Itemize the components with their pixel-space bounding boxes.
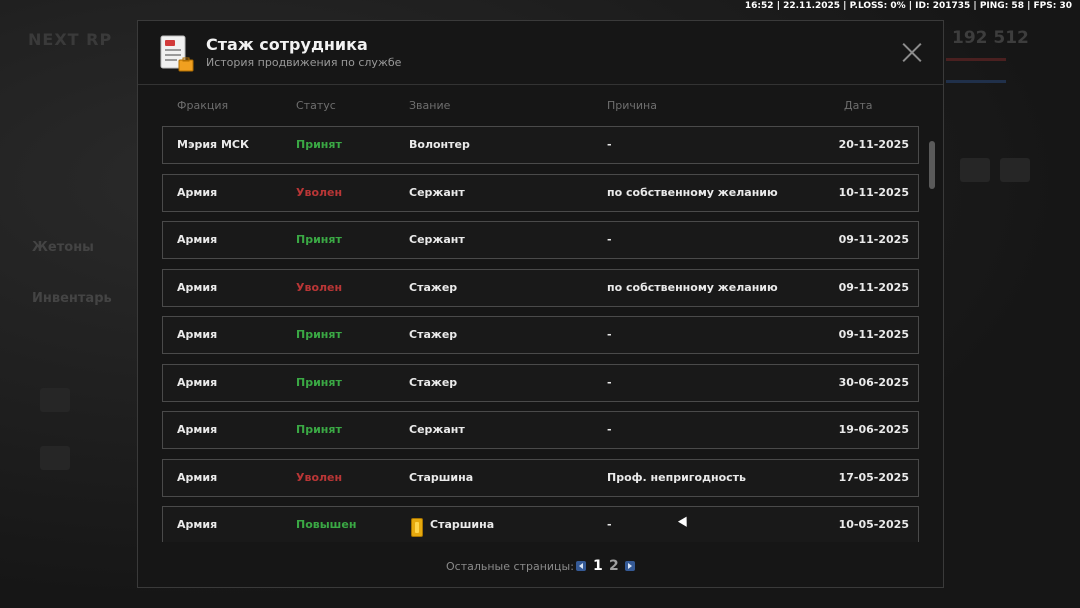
table-row[interactable]: Армия Уволен Стажер по собственному желанию… xyxy=(162,269,919,307)
bg-armor-bar xyxy=(946,80,1006,83)
row-date: 10-05-2025 xyxy=(838,518,909,531)
row-faction: Армия xyxy=(177,518,218,531)
row-date: 10-11-2025 xyxy=(838,186,909,199)
row-status: Принят xyxy=(296,376,342,389)
pagination: Остальные страницы: 1 2 xyxy=(138,558,943,576)
bg-slot xyxy=(40,388,70,412)
col-status: Статус xyxy=(296,99,336,112)
prev-page-icon[interactable] xyxy=(576,561,586,571)
row-status: Уволен xyxy=(296,471,343,484)
row-faction: Армия xyxy=(177,376,218,389)
row-rank: Стажер xyxy=(409,281,458,294)
row-reason: - xyxy=(607,233,612,246)
row-reason: - xyxy=(607,518,612,531)
table-row[interactable]: Армия Принят Стажер - 30-06-2025 xyxy=(162,364,919,402)
row-status: Повышен xyxy=(296,518,357,531)
row-faction: Армия xyxy=(177,328,218,341)
close-icon[interactable] xyxy=(901,41,923,63)
table-header: Фракция Статус Звание Причина Дата xyxy=(138,99,943,115)
bg-inventory-label: Инвентарь xyxy=(32,291,112,306)
col-faction: Фракция xyxy=(177,99,229,112)
row-reason: - xyxy=(607,376,612,389)
row-rank: Сержант xyxy=(409,233,465,246)
table-row[interactable]: Армия Повышен Старшина - 10-05-2025 xyxy=(162,506,919,542)
table-row[interactable]: Армия Уволен Старшина Проф. непригодность 17… xyxy=(162,459,919,497)
document-icon xyxy=(160,35,194,72)
col-reason: Причина xyxy=(607,99,657,112)
table-row[interactable]: Армия Принят Сержант - 09-11-2025 xyxy=(162,221,919,259)
table-row[interactable]: Армия Уволен Сержант по собственному желани… xyxy=(162,174,919,212)
row-rank: Старшина xyxy=(430,518,495,531)
row-faction: Армия xyxy=(177,471,218,484)
row-reason: Проф. непригодность xyxy=(607,471,746,484)
row-faction: Мэрия МСК xyxy=(177,138,249,151)
row-rank: Стажер xyxy=(409,376,458,389)
bg-slot xyxy=(1000,158,1030,182)
bg-health-bar xyxy=(946,58,1006,61)
row-date: 09-11-2025 xyxy=(838,281,909,294)
row-status: Принят xyxy=(296,138,342,151)
row-date: 30-06-2025 xyxy=(838,376,909,389)
row-date: 09-11-2025 xyxy=(838,233,909,246)
row-status: Принят xyxy=(296,423,342,436)
table-row[interactable]: Армия Принят Стажер - 09-11-2025 xyxy=(162,316,919,354)
row-reason: - xyxy=(607,328,612,341)
row-rank: Старшина xyxy=(409,471,474,484)
next-page-icon[interactable] xyxy=(625,561,635,571)
row-status: Уволен xyxy=(296,281,343,294)
row-date: 17-05-2025 xyxy=(838,471,909,484)
row-status: Принят xyxy=(296,233,342,246)
hud-stats: 16:52 | 22.11.2025 | P.LOSS: 0% | ID: 20… xyxy=(744,1,1072,11)
row-date: 19-06-2025 xyxy=(838,423,909,436)
bg-logo: NEXT RP xyxy=(28,30,113,49)
row-reason: - xyxy=(607,138,612,151)
table-row[interactable]: Армия Принят Сержант - 19-06-2025 xyxy=(162,411,919,449)
bg-slot xyxy=(40,446,70,470)
modal-title: Стаж сотрудника xyxy=(206,35,368,54)
modal-header: Стаж сотрудника История продвижения по с… xyxy=(138,21,943,85)
col-rank: Звание xyxy=(409,99,451,112)
row-faction: Армия xyxy=(177,186,218,199)
page-1[interactable]: 1 xyxy=(593,558,603,574)
employee-history-modal: Стаж сотрудника История продвижения по с… xyxy=(137,20,944,588)
row-status: Принят xyxy=(296,328,342,341)
row-faction: Армия xyxy=(177,281,218,294)
col-date: Дата xyxy=(844,99,873,112)
bg-slot xyxy=(960,158,990,182)
row-status: Уволен xyxy=(296,186,343,199)
row-reason: по собственному желанию xyxy=(607,186,778,199)
row-rank: Стажер xyxy=(409,328,458,341)
row-faction: Армия xyxy=(177,423,218,436)
rank-badge-icon xyxy=(411,518,423,537)
row-rank: Волонтер xyxy=(409,138,470,151)
modal-subtitle: История продвижения по службе xyxy=(206,56,402,69)
row-reason: - xyxy=(607,423,612,436)
scrollbar[interactable] xyxy=(929,141,935,189)
row-rank: Сержант xyxy=(409,186,465,199)
row-rank: Сержант xyxy=(409,423,465,436)
page-2[interactable]: 2 xyxy=(609,558,619,574)
row-date: 09-11-2025 xyxy=(838,328,909,341)
bg-tokens-label: Жетоны xyxy=(32,240,94,255)
row-faction: Армия xyxy=(177,233,218,246)
row-date: 20-11-2025 xyxy=(838,138,909,151)
pager-label: Остальные страницы: xyxy=(446,560,574,573)
history-list[interactable]: Мэрия МСК Принят Волонтер - 20-11-2025 Армия У… xyxy=(162,126,920,542)
row-reason: по собственному желанию xyxy=(607,281,778,294)
table-row[interactable]: Мэрия МСК Принят Волонтер - 20-11-2025 xyxy=(162,126,919,164)
bg-balance: 192 512 xyxy=(952,28,1029,48)
